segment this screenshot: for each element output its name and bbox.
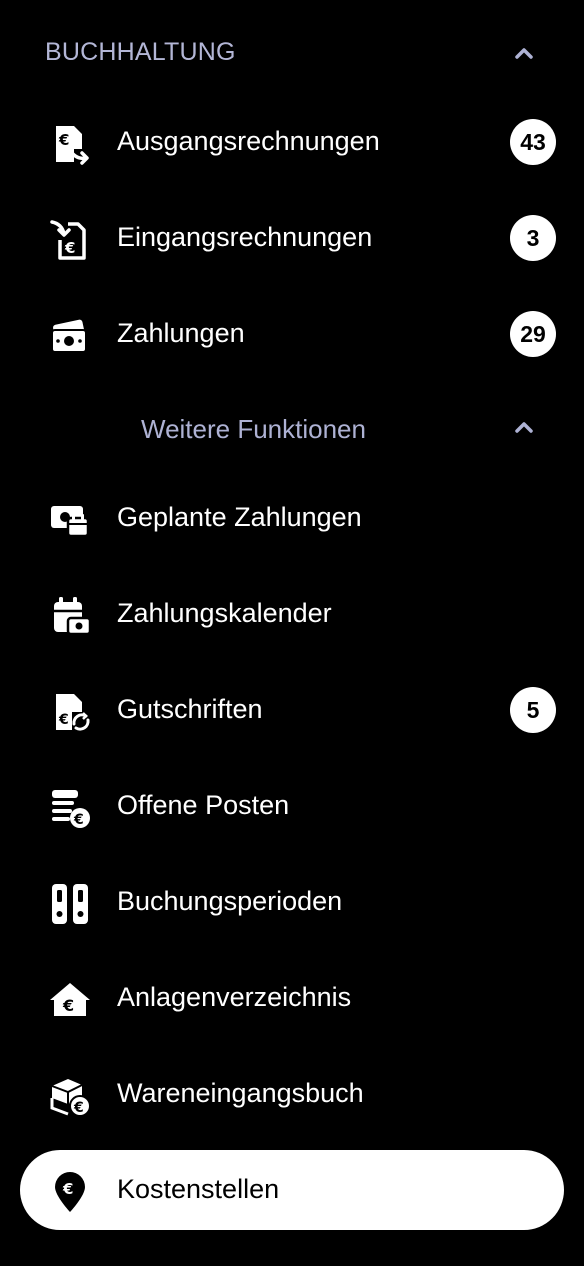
- count-badge: 3: [510, 215, 556, 261]
- menu-item-label: Geplante Zahlungen: [117, 502, 362, 532]
- menu-item-ausgangsrechnungen[interactable]: € Ausgangsrechnungen 43: [20, 102, 564, 182]
- cost-center-icon: €: [48, 1170, 92, 1214]
- svg-text:€: €: [62, 1180, 73, 1198]
- menu-item-label: Zahlungen: [117, 318, 245, 348]
- menu-item-label: Anlagenverzeichnis: [117, 982, 352, 1012]
- svg-text:€: €: [64, 239, 75, 257]
- payments-icon: [48, 314, 92, 358]
- menu-item-anlagenverzeichnis[interactable]: € Anlagenverzeichnis: [20, 958, 564, 1038]
- menu-item-label: Gutschriften: [117, 694, 263, 724]
- menu-item-label: Buchungsperioden: [117, 886, 343, 916]
- svg-text:€: €: [73, 812, 84, 828]
- menu-item-label: Eingangsrechnungen: [117, 222, 373, 252]
- sub-section-title: Weitere Funktionen: [141, 414, 366, 444]
- menu-item-zahlungen[interactable]: Zahlungen 29: [20, 294, 564, 374]
- svg-text:€: €: [73, 1100, 84, 1116]
- open-items-icon: €: [48, 786, 92, 830]
- goods-receipt-icon: €: [48, 1074, 92, 1118]
- menu-item-label: Zahlungskalender: [117, 598, 332, 628]
- count-badge: 29: [510, 311, 556, 357]
- menu-item-zahlungskalender[interactable]: Zahlungskalender: [20, 574, 564, 654]
- svg-text:€: €: [58, 131, 69, 149]
- menu-item-offene-posten[interactable]: € Offene Posten: [20, 766, 564, 846]
- outgoing-invoice-icon: €: [48, 122, 92, 166]
- section-title: BUCHHALTUNG: [45, 38, 236, 66]
- payment-calendar-icon: [48, 594, 92, 638]
- count-badge: 5: [510, 687, 556, 733]
- menu-item-label: Wareneingangsbuch: [117, 1078, 364, 1108]
- count-badge: 43: [510, 119, 556, 165]
- credit-note-icon: €: [48, 690, 92, 734]
- booking-periods-icon: [48, 882, 92, 926]
- svg-text:€: €: [58, 712, 69, 728]
- menu-item-kostenstellen[interactable]: € Kostenstellen: [20, 1150, 564, 1230]
- svg-text:€: €: [62, 996, 74, 1015]
- chevron-up-icon[interactable]: [510, 40, 538, 68]
- menu-item-label: Kostenstellen: [117, 1174, 280, 1204]
- menu-item-buchungsperioden[interactable]: Buchungsperioden: [20, 862, 564, 942]
- menu-item-wareneingangsbuch[interactable]: € Wareneingangsbuch: [20, 1054, 564, 1134]
- scheduled-payment-icon: [48, 498, 92, 542]
- menu-item-label: Offene Posten: [117, 790, 290, 820]
- asset-register-icon: €: [48, 978, 92, 1022]
- menu-item-geplante-zahlungen[interactable]: Geplante Zahlungen: [20, 478, 564, 558]
- incoming-invoice-icon: €: [48, 218, 92, 262]
- menu-item-gutschriften[interactable]: € Gutschriften 5: [20, 670, 564, 750]
- chevron-up-icon[interactable]: [510, 414, 538, 442]
- section-header-buchhaltung[interactable]: BUCHHALTUNG: [0, 0, 584, 108]
- menu-item-label: Ausgangsrechnungen: [117, 126, 380, 156]
- sub-section-header-weitere-funktionen[interactable]: Weitere Funktionen: [0, 398, 584, 462]
- menu-item-eingangsrechnungen[interactable]: € Eingangsrechnungen 3: [20, 198, 564, 278]
